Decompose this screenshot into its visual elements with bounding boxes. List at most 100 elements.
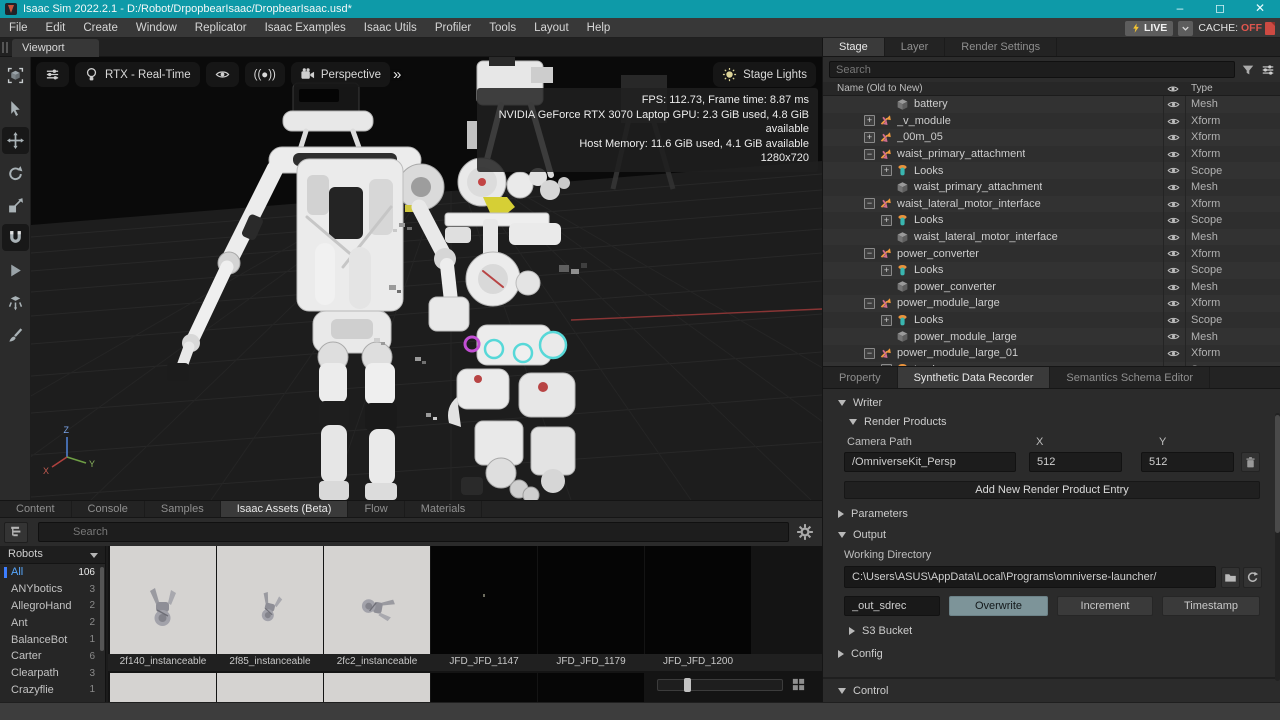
category-item-balancebot[interactable]: BalanceBot1: [0, 631, 105, 648]
menu-edit[interactable]: Edit: [37, 18, 75, 38]
menu-window[interactable]: Window: [127, 18, 186, 38]
asset-thumbnail-partial[interactable]: [110, 673, 216, 703]
menu-isaac-utils[interactable]: Isaac Utils: [355, 18, 426, 38]
delete-render-product-button[interactable]: [1241, 452, 1260, 472]
viewport-settings-button[interactable]: [36, 62, 69, 87]
visibility-eye-icon[interactable]: [1167, 198, 1181, 211]
visibility-eye-icon[interactable]: [1167, 297, 1181, 310]
asset-thumbnail[interactable]: [217, 546, 323, 654]
tab-property[interactable]: Property: [823, 367, 898, 388]
close-button[interactable]: ✕: [1240, 0, 1280, 18]
live-dropdown-button[interactable]: [1178, 21, 1193, 36]
asset-thumbnail-partial[interactable]: [538, 673, 644, 703]
thumbnail-size-slider[interactable]: [657, 679, 783, 691]
collapse-icon[interactable]: [864, 348, 875, 359]
asset-thumbnail-partial[interactable]: [217, 673, 323, 703]
section-writer[interactable]: Writer: [838, 397, 882, 409]
visibility-eye-icon[interactable]: [1167, 281, 1181, 294]
category-item-anybotics[interactable]: ANYbotics3: [0, 581, 105, 598]
tab-content[interactable]: Content: [0, 501, 72, 517]
asset-thumbnail[interactable]: [431, 546, 537, 654]
menu-isaac-examples[interactable]: Isaac Examples: [256, 18, 355, 38]
expand-icon[interactable]: [881, 315, 892, 326]
panel-drag-handle[interactable]: [2, 42, 8, 53]
collapse-icon[interactable]: [864, 198, 875, 209]
assets-search-input[interactable]: [38, 522, 789, 542]
section-s3-bucket[interactable]: S3 Bucket: [849, 625, 912, 637]
gear-icon[interactable]: [796, 523, 814, 541]
add-render-product-button[interactable]: Add New Render Product Entry: [844, 481, 1260, 499]
table-row[interactable]: _00m_05Xform: [823, 129, 1280, 146]
category-item-all[interactable]: All106: [0, 564, 105, 581]
camera-select-button[interactable]: Perspective: [291, 62, 390, 87]
table-row[interactable]: power_converterMesh: [823, 279, 1280, 296]
waypoint-button[interactable]: ((●)): [245, 62, 285, 87]
menu-profiler[interactable]: Profiler: [426, 18, 480, 38]
tab-stage[interactable]: Stage: [823, 38, 885, 56]
renderer-select-button[interactable]: RTX - Real-Time: [75, 62, 200, 87]
asset-thumbnail-partial[interactable]: [431, 673, 537, 703]
scrollbar[interactable]: [100, 567, 104, 651]
physics-drop-button[interactable]: [2, 290, 29, 317]
viewport-3d-canvas[interactable]: Z X Y RTX - Real-Time ((●)) Perspective: [31, 57, 822, 500]
table-row[interactable]: batteryMesh: [823, 96, 1280, 113]
table-row[interactable]: LooksScope: [823, 262, 1280, 279]
tree-view-toggle-button[interactable]: [4, 522, 28, 543]
paint-tool-button[interactable]: [2, 322, 29, 349]
visibility-eye-icon[interactable]: [1167, 181, 1181, 194]
category-item-clearpath[interactable]: Clearpath3: [0, 665, 105, 682]
menu-tools[interactable]: Tools: [480, 18, 525, 38]
table-row[interactable]: power_module_largeMesh: [823, 328, 1280, 345]
menu-create[interactable]: Create: [74, 18, 127, 38]
tab-materials[interactable]: Materials: [405, 501, 483, 517]
expand-icon[interactable]: [881, 165, 892, 176]
grid-view-icon[interactable]: [791, 677, 806, 692]
slider-handle[interactable]: [684, 678, 691, 692]
tab-semantics-schema-editor[interactable]: Semantics Schema Editor: [1050, 367, 1210, 388]
table-row[interactable]: power_converterXform: [823, 245, 1280, 262]
menu-file[interactable]: File: [0, 18, 37, 38]
tab-flow[interactable]: Flow: [348, 501, 404, 517]
type-column-header[interactable]: Type: [1191, 83, 1213, 94]
camera-path-input[interactable]: [844, 452, 1016, 472]
tab-synthetic-data-recorder[interactable]: Synthetic Data Recorder: [898, 367, 1051, 388]
asset-thumbnail[interactable]: [645, 546, 751, 654]
x-resolution-input[interactable]: [1029, 452, 1122, 472]
expand-icon[interactable]: [881, 265, 892, 276]
selection-mode-button[interactable]: [2, 62, 29, 89]
name-column-header[interactable]: Name (Old to New): [837, 83, 923, 94]
table-row[interactable]: power_module_largeXform: [823, 295, 1280, 312]
tab-render-settings[interactable]: Render Settings: [945, 38, 1057, 56]
category-dropdown[interactable]: Robots: [0, 546, 105, 564]
refresh-button[interactable]: [1243, 567, 1262, 588]
table-row[interactable]: power_module_large_01Xform: [823, 345, 1280, 362]
expand-icon[interactable]: [864, 115, 875, 126]
asset-thumbnail[interactable]: [110, 546, 216, 654]
category-item-ant[interactable]: Ant2: [0, 614, 105, 631]
play-button[interactable]: [2, 257, 29, 284]
tab-viewport[interactable]: Viewport: [12, 39, 99, 57]
tab-isaac-assets[interactable]: Isaac Assets (Beta): [221, 501, 349, 517]
expand-icon[interactable]: [881, 215, 892, 226]
toolbar-expand-chevrons[interactable]: »: [393, 66, 399, 83]
menu-help[interactable]: Help: [578, 18, 620, 38]
visibility-eye-icon[interactable]: [1167, 231, 1181, 244]
table-row[interactable]: waist_primary_attachmentMesh: [823, 179, 1280, 196]
section-config[interactable]: Config: [838, 648, 883, 660]
visibility-eye-icon[interactable]: [1167, 115, 1181, 128]
table-row[interactable]: _v_moduleXform: [823, 113, 1280, 130]
scale-tool-button[interactable]: [2, 192, 29, 219]
collapse-icon[interactable]: [864, 298, 875, 309]
tab-layer[interactable]: Layer: [885, 38, 946, 56]
category-item-allegrohand[interactable]: AllegroHand2: [0, 598, 105, 615]
working-directory-input[interactable]: [844, 566, 1216, 588]
asset-thumbnail[interactable]: [538, 546, 644, 654]
visibility-eye-icon[interactable]: [1167, 98, 1181, 111]
folder-prefix-input[interactable]: [844, 596, 940, 616]
filter-funnel-icon[interactable]: [1241, 63, 1255, 77]
table-row[interactable]: waist_lateral_motor_interfaceXform: [823, 196, 1280, 213]
section-output[interactable]: Output: [838, 529, 886, 541]
minimize-button[interactable]: –: [1160, 0, 1200, 18]
options-menu-icon[interactable]: [1261, 63, 1275, 77]
expand-icon[interactable]: [864, 132, 875, 143]
